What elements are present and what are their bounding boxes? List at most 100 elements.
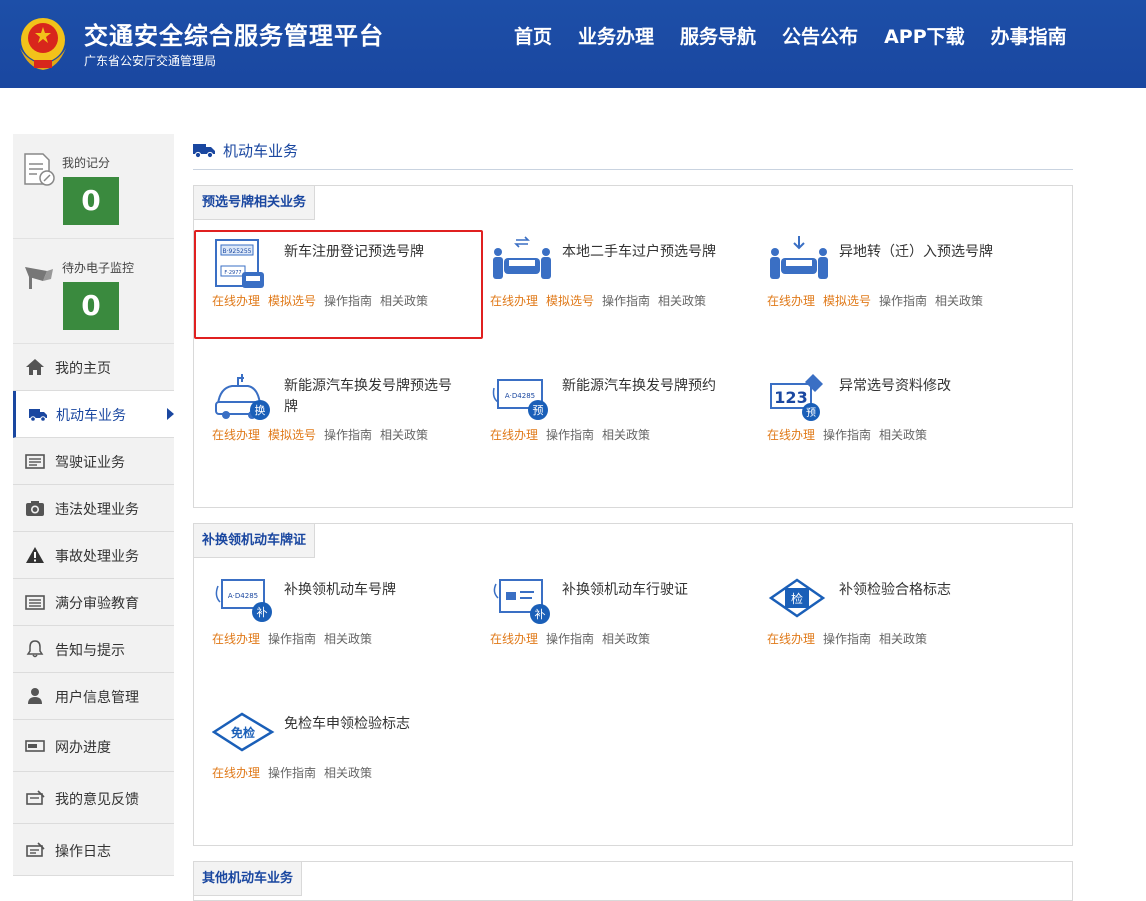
link-policy[interactable]: 相关政策	[602, 632, 650, 646]
progress-icon	[25, 740, 45, 752]
stat-monitor-value: 0	[63, 282, 119, 330]
sidebar-item-label: 告知与提示	[55, 643, 125, 659]
link-policy[interactable]: 相关政策	[324, 632, 372, 646]
camera-monitor-icon	[25, 267, 53, 289]
link-guide[interactable]: 操作指南	[879, 294, 927, 308]
sidebar-item-user-info[interactable]: 用户信息管理	[13, 673, 174, 720]
camera-icon	[26, 501, 44, 516]
section-title: 机动车业务	[223, 142, 299, 160]
link-guide[interactable]: 操作指南	[546, 632, 594, 646]
service-replace-license: 补 补换领机动车行驶证 在线办理 操作指南 相关政策	[472, 572, 752, 682]
service-title[interactable]: 免检车申领检验标志	[284, 714, 454, 735]
sidebar-item-notices[interactable]: 告知与提示	[13, 626, 174, 673]
sidebar-item-accident[interactable]: 事故处理业务	[13, 532, 174, 579]
link-policy[interactable]: 相关政策	[879, 428, 927, 442]
sidebar-item-label: 网办进度	[55, 740, 111, 756]
link-online[interactable]: 在线办理	[767, 632, 815, 646]
service-title[interactable]: 异常选号资料修改	[839, 376, 1009, 397]
sidebar-item-full-score[interactable]: 满分审验教育	[13, 579, 174, 626]
link-policy[interactable]: 相关政策	[879, 632, 927, 646]
nav-business[interactable]: 业务办理	[578, 24, 654, 50]
panel-tab-preselect[interactable]: 预选号牌相关业务	[194, 186, 316, 220]
nav-app-download[interactable]: APP下载	[884, 24, 965, 50]
link-policy[interactable]: 相关政策	[935, 294, 983, 308]
service-title[interactable]: 异地转（迁）入预选号牌	[839, 242, 1009, 263]
service-abnormal-number-edit: 123 预 异常选号资料修改 在线办理 操作指南 相关政策	[749, 368, 1029, 478]
link-guide[interactable]: 操作指南	[324, 428, 372, 442]
ev-car-icon: 换	[215, 374, 270, 420]
inspection-mark-icon: 检	[768, 578, 826, 618]
site-title: 交通安全综合服务管理平台	[84, 22, 384, 50]
sidebar-item-progress[interactable]: 网办进度	[13, 720, 174, 772]
license-card-icon	[25, 454, 45, 469]
panel-tab-other[interactable]: 其他机动车业务	[194, 862, 303, 896]
transfer-car-icon	[493, 236, 551, 279]
link-guide[interactable]: 操作指南	[823, 632, 871, 646]
nav-handbook[interactable]: 办事指南	[991, 24, 1067, 50]
feedback-icon	[26, 790, 45, 805]
link-online[interactable]: 在线办理	[767, 294, 815, 308]
panel-tab-replace[interactable]: 补换领机动车牌证	[194, 524, 316, 558]
nav-home[interactable]: 首页	[514, 24, 552, 50]
link-simulate[interactable]: 模拟选号	[823, 294, 871, 308]
panel-replace-plate-license: 补换领机动车牌证 A·D4285 补 补换领机动车号牌 在线办理 操作指南 相关政策…	[193, 523, 1073, 846]
stat-monitor-label: 待办电子监控	[62, 261, 135, 275]
service-links: 在线办理 操作指南 相关政策	[490, 630, 658, 647]
service-title[interactable]: 补领检验合格标志	[839, 580, 1009, 601]
panel-other-vehicle: 其他机动车业务	[193, 861, 1073, 901]
link-online[interactable]: 在线办理	[490, 632, 538, 646]
service-ev-plate-appointment: A·D4285 预 新能源汽车换发号牌预约 在线办理 操作指南 相关政策	[472, 368, 752, 478]
service-ev-plate-preselect: 换 新能源汽车换发号牌预选号牌 在线办理 模拟选号 操作指南 相关政策	[194, 368, 474, 478]
sidebar-item-label: 用户信息管理	[55, 690, 139, 706]
sidebar-item-label: 机动车业务	[56, 408, 126, 424]
service-links: 在线办理 操作指南 相关政策	[212, 630, 380, 647]
nav-notices[interactable]: 公告公布	[782, 24, 858, 50]
link-simulate[interactable]: 模拟选号	[268, 428, 316, 442]
plate-text: A·D4285	[228, 592, 258, 600]
ev-plate-icon: A·D4285 预	[492, 379, 548, 420]
sidebar-item-violation[interactable]: 违法处理业务	[13, 485, 174, 532]
number-text: 123	[774, 388, 807, 407]
stat-score-value: 0	[63, 177, 119, 225]
sidebar-item-driver-license[interactable]: 驾驶证业务	[13, 438, 174, 485]
nav-service-guide[interactable]: 服务导航	[680, 24, 756, 50]
service-inspection-mark: 检 补领检验合格标志 在线办理 操作指南 相关政策	[749, 572, 1029, 682]
service-links: 在线办理 模拟选号 操作指南 相关政策	[212, 426, 436, 443]
log-icon	[26, 842, 45, 857]
relocate-car-icon	[770, 236, 828, 279]
link-policy[interactable]: 相关政策	[658, 294, 706, 308]
badge-text: 免检	[231, 725, 255, 740]
link-online[interactable]: 在线办理	[490, 294, 538, 308]
sidebar: 我的记分 0 待办电子监控 0 我的主页 机动车业务 驾驶证业务 违法处理业务 …	[13, 134, 174, 876]
link-guide[interactable]: 操作指南	[268, 766, 316, 780]
service-title[interactable]: 补换领机动车号牌	[284, 580, 454, 601]
service-title[interactable]: 补换领机动车行驶证	[562, 580, 732, 601]
link-policy[interactable]: 相关政策	[602, 428, 650, 442]
link-guide[interactable]: 操作指南	[602, 294, 650, 308]
link-online[interactable]: 在线办理	[767, 428, 815, 442]
link-simulate[interactable]: 模拟选号	[546, 294, 594, 308]
stat-monitor[interactable]: 待办电子监控 0	[13, 239, 174, 344]
service-title[interactable]: 本地二手车过户预选号牌	[562, 242, 732, 263]
link-online[interactable]: 在线办理	[212, 428, 260, 442]
sidebar-item-log[interactable]: 操作日志	[13, 824, 174, 876]
sidebar-item-label: 操作日志	[55, 844, 111, 860]
service-links: 在线办理 操作指南 相关政策	[767, 630, 935, 647]
link-online[interactable]: 在线办理	[212, 766, 260, 780]
sidebar-item-home[interactable]: 我的主页	[13, 344, 174, 391]
link-online[interactable]: 在线办理	[490, 428, 538, 442]
link-online[interactable]: 在线办理	[212, 632, 260, 646]
top-nav: 首页 业务办理 服务导航 公告公布 APP下载 办事指南	[514, 24, 1093, 50]
link-guide[interactable]: 操作指南	[823, 428, 871, 442]
site-subtitle: 广东省公安厅交通管理局	[84, 54, 217, 68]
link-policy[interactable]: 相关政策	[380, 428, 428, 442]
link-guide[interactable]: 操作指南	[268, 632, 316, 646]
user-icon	[28, 688, 42, 704]
link-policy[interactable]: 相关政策	[324, 766, 372, 780]
stat-score[interactable]: 我的记分 0	[13, 134, 174, 239]
link-guide[interactable]: 操作指南	[546, 428, 594, 442]
service-title[interactable]: 新能源汽车换发号牌预约	[562, 376, 732, 397]
sidebar-item-vehicle[interactable]: 机动车业务	[13, 391, 174, 438]
service-title[interactable]: 新能源汽车换发号牌预选号牌	[284, 376, 454, 418]
sidebar-item-feedback[interactable]: 我的意见反馈	[13, 772, 174, 824]
